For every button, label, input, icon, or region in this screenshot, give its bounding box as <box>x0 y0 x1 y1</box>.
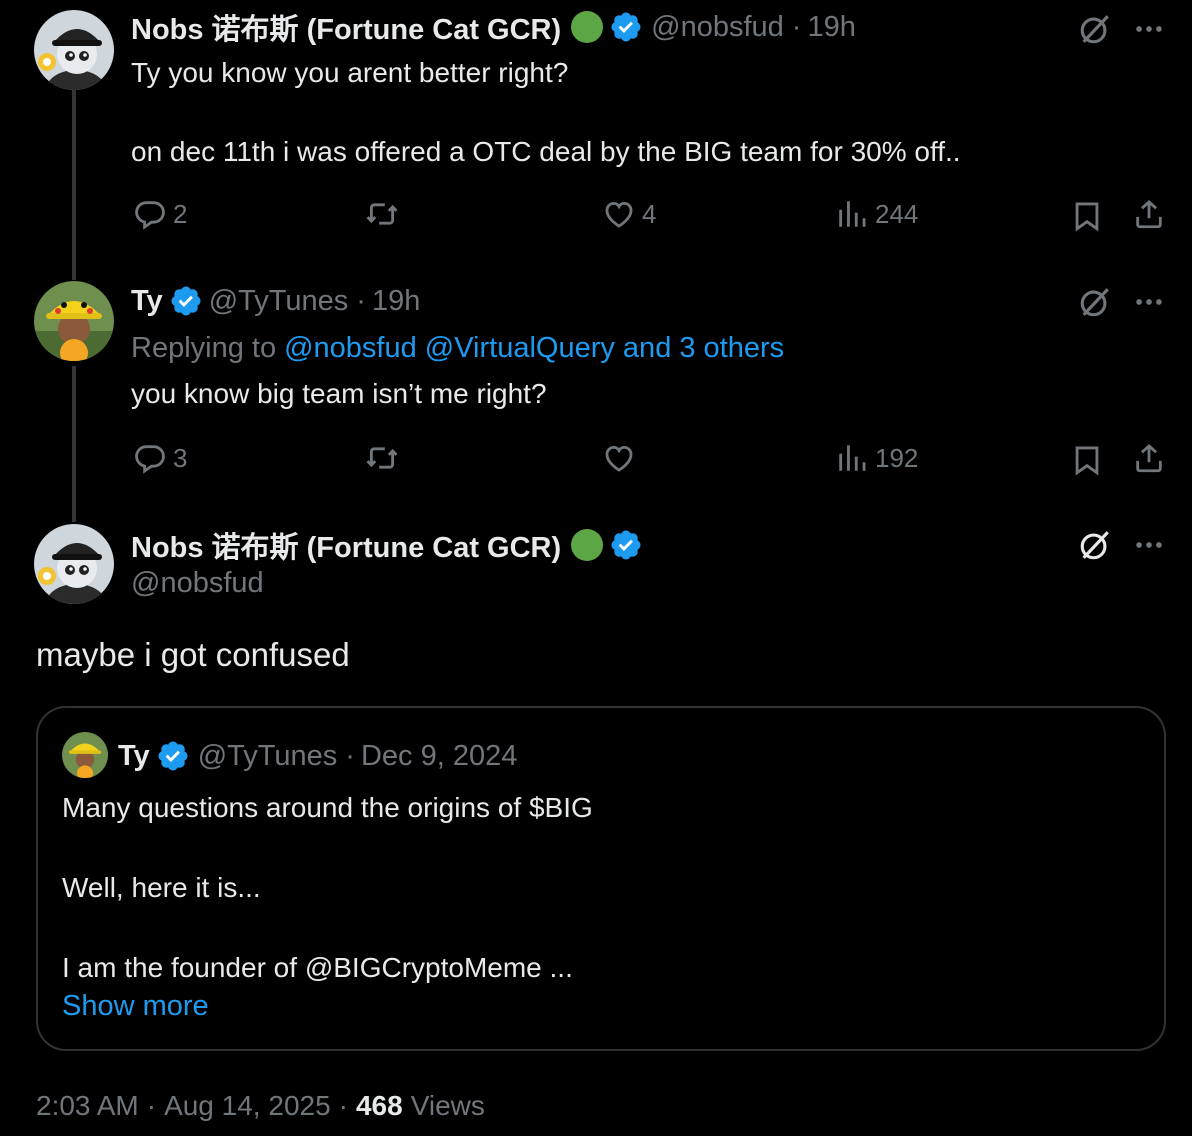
more-icon[interactable] <box>1132 285 1166 319</box>
retweet-icon <box>365 197 399 231</box>
replying-to-label: Replying to <box>131 331 277 364</box>
retweet-button[interactable] <box>365 441 399 475</box>
separator: · <box>146 1090 157 1121</box>
quote-text-line: Well, here it is... <box>62 872 261 903</box>
quote-date: Dec 9, 2024 <box>360 739 518 772</box>
tweet-text: you know big team isn’t me right? <box>131 378 547 409</box>
handle[interactable]: @TyTunes <box>209 285 349 318</box>
reply-count: 2 <box>173 198 188 229</box>
views-icon <box>835 197 869 231</box>
tweet1-header: Nobs 诺布斯 (Fortune Cat GCR) @nobsfud · 19… <box>131 6 856 48</box>
like-icon <box>602 197 636 231</box>
like-button[interactable]: 4 <box>602 197 656 231</box>
green-circle-emoji <box>571 529 604 561</box>
replying-to: Replying to @nobsfud @VirtualQuery and 3… <box>131 330 784 366</box>
main-header: Nobs 诺布斯 (Fortune Cat GCR) <box>131 524 643 566</box>
like-icon <box>602 441 636 475</box>
verified-badge-icon <box>169 284 203 318</box>
quote-text-line: Many questions around the origins of $BI… <box>62 792 593 823</box>
post-time[interactable]: 2:03 AM <box>36 1090 139 1122</box>
avatar-nobsfud[interactable] <box>34 10 114 90</box>
tweet-thread: Nobs 诺布斯 (Fortune Cat GCR) @nobsfud · 19… <box>0 0 1192 1136</box>
verified-badge-icon <box>609 528 643 562</box>
share-icon[interactable] <box>1132 197 1166 231</box>
thread-line <box>72 90 76 280</box>
like-button[interactable] <box>602 441 636 475</box>
avatar-tytunes[interactable] <box>34 281 114 361</box>
more-icon[interactable] <box>1132 528 1166 562</box>
views-count: 468 <box>355 1090 403 1121</box>
tweet-meta: 2:03 AM · Aug 14, 2025 · 468 Views <box>36 1088 485 1124</box>
timestamp[interactable]: 19h <box>372 285 420 318</box>
handle: @TyTunes <box>197 739 338 772</box>
views-label: Views <box>410 1090 485 1121</box>
views-button[interactable]: 192 <box>835 441 918 475</box>
post-date[interactable]: Aug 14, 2025 <box>164 1090 331 1122</box>
display-name[interactable]: Nobs 诺布斯 (Fortune Cat GCR) <box>131 6 561 48</box>
avatar-nobsfud[interactable] <box>34 524 114 604</box>
tweet-text-line: Ty you know you arent better right? <box>131 57 569 88</box>
separator: · <box>345 739 355 772</box>
reply-button[interactable]: 3 <box>133 441 187 475</box>
reply-count: 3 <box>173 442 188 473</box>
bookmark-icon[interactable] <box>1070 443 1104 477</box>
quote-text-line: I am the founder of @BIGCryptoMeme ... <box>62 952 573 983</box>
retweet-icon <box>365 441 399 475</box>
views-icon <box>835 441 869 475</box>
reply-icon <box>133 197 167 231</box>
separator: · <box>338 1090 348 1121</box>
reply-icon <box>133 441 167 475</box>
thread-line <box>72 366 76 522</box>
grok-icon[interactable] <box>1078 12 1112 46</box>
main-tweet-text: maybe i got confused <box>36 636 350 673</box>
views-count: 192 <box>875 442 919 473</box>
verified-badge-icon <box>609 10 643 44</box>
views-button[interactable]: 244 <box>835 197 918 231</box>
green-circle-emoji <box>571 11 604 43</box>
handle[interactable]: @nobsfud <box>131 567 264 600</box>
display-name: Ty <box>118 739 150 772</box>
grok-icon[interactable] <box>1078 528 1112 562</box>
timestamp[interactable]: 19h <box>807 11 855 44</box>
like-count: 4 <box>642 198 657 229</box>
tweet2-header: Ty @TyTunes · 19h <box>131 283 420 319</box>
bookmark-icon[interactable] <box>1070 199 1104 233</box>
separator: · <box>791 10 802 43</box>
replying-to-links[interactable]: @nobsfud @VirtualQuery and 3 others <box>284 332 784 365</box>
grok-icon[interactable] <box>1078 285 1112 319</box>
share-icon[interactable] <box>1132 441 1166 475</box>
quote-header: Ty @TyTunes · Dec 9, 2024 <box>118 738 517 774</box>
show-more-link[interactable]: Show more <box>62 990 209 1023</box>
handle[interactable]: @nobsfud <box>651 11 784 44</box>
retweet-button[interactable] <box>365 197 399 231</box>
more-icon[interactable] <box>1132 12 1166 46</box>
reply-button[interactable]: 2 <box>133 197 187 231</box>
separator: · <box>356 284 366 317</box>
views-count: 244 <box>875 198 919 229</box>
tweet-text-line: on dec 11th i was offered a OTC deal by … <box>131 136 961 167</box>
quoted-tweet[interactable]: Ty @TyTunes · Dec 9, 2024 Many questions… <box>36 706 1166 1051</box>
quote-avatar <box>62 732 108 778</box>
display-name[interactable]: Ty <box>131 285 163 318</box>
verified-badge-icon <box>156 739 190 773</box>
display-name[interactable]: Nobs 诺布斯 (Fortune Cat GCR) <box>131 524 561 566</box>
